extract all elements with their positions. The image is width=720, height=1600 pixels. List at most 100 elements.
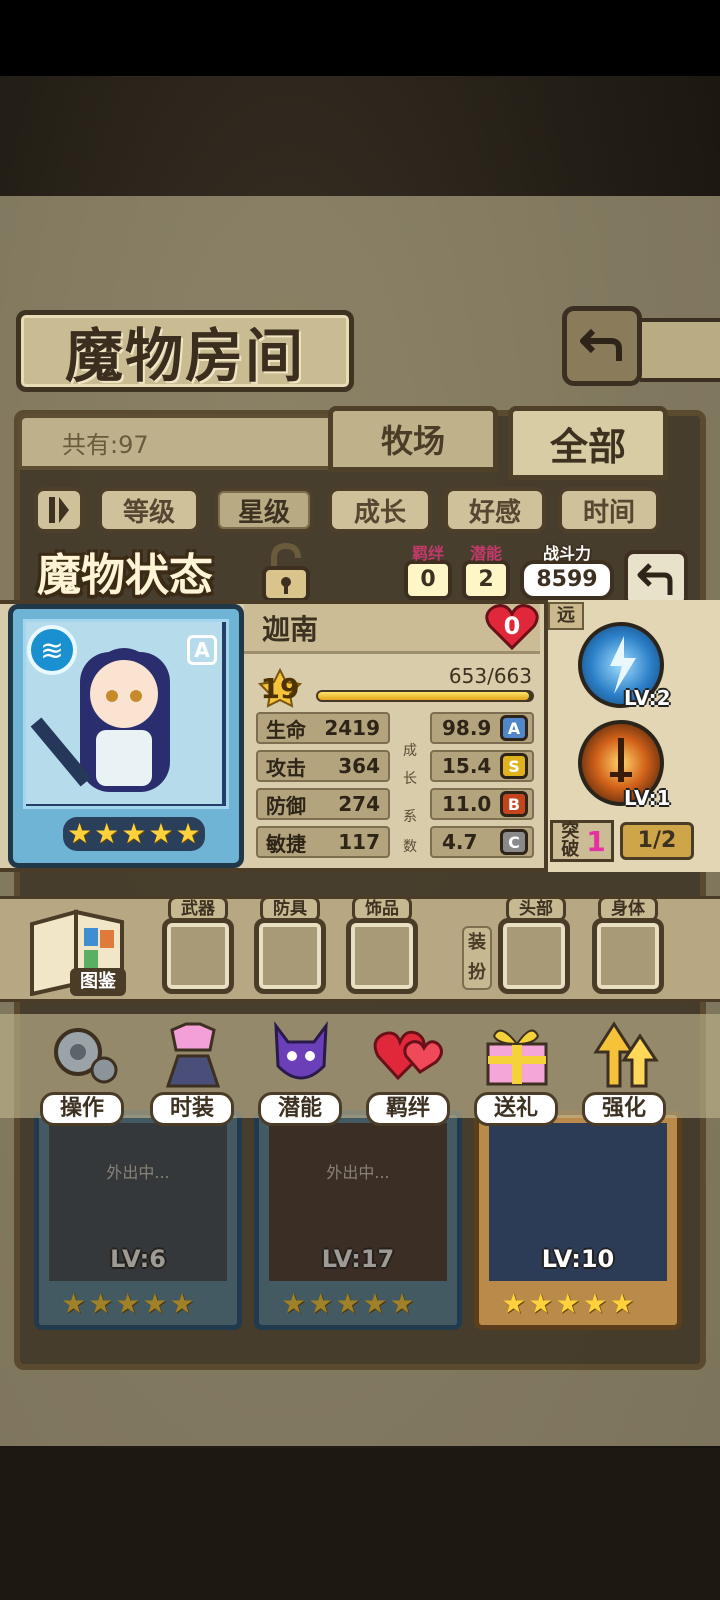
room-title: 魔物房间 xyxy=(64,322,305,390)
roster-level: LV:10 xyxy=(541,1245,615,1273)
bond-label: 羁绊 xyxy=(411,544,444,563)
tab-all[interactable]: 全部 xyxy=(508,406,668,480)
grade-badge: A xyxy=(500,715,528,741)
roster-stars: ★ ★ ★ ★ ★ xyxy=(501,1289,635,1319)
head-slot[interactable] xyxy=(498,918,570,994)
operate-button[interactable]: 操作 xyxy=(40,1016,124,1132)
dress-icon xyxy=(165,1022,221,1088)
sort-growth[interactable]: 成长 xyxy=(328,487,432,533)
away-overlay xyxy=(39,1115,237,1325)
potential-stat: 潜能 2 xyxy=(462,540,510,600)
skill-level: LV:1 xyxy=(624,786,671,810)
range-tag: 远 xyxy=(548,602,584,630)
stat-label: 攻击 xyxy=(266,755,306,780)
star-icon: ★ xyxy=(528,1287,554,1320)
gear-icon xyxy=(54,1028,118,1084)
action-label: 强化 xyxy=(582,1092,666,1126)
costume-button[interactable]: 时装 xyxy=(150,1016,234,1132)
return-arrow-icon xyxy=(637,563,673,595)
sort-order-toggle[interactable] xyxy=(34,487,84,533)
bottom-background xyxy=(0,1448,720,1600)
back-button[interactable] xyxy=(562,306,642,386)
bond-button[interactable]: 羁绊 xyxy=(366,1016,450,1132)
status-bar xyxy=(0,0,720,76)
star-icon: ★ xyxy=(555,1287,581,1320)
upgrade-button[interactable]: 强化 xyxy=(582,1016,666,1132)
stat-label: 敏捷 xyxy=(266,831,306,856)
roster-card[interactable]: 外出中... LV:6 ★ ★ ★ ★ ★ xyxy=(34,1110,242,1330)
tab-ranch[interactable]: 牧场 xyxy=(328,406,498,472)
armor-slot[interactable] xyxy=(254,918,326,994)
monster-card[interactable]: ≋ A ★ ★ ★ ★ ★ xyxy=(8,604,244,868)
star-icon: ★ xyxy=(67,817,93,850)
status-title-plate: 魔物状态 xyxy=(6,538,244,604)
gift-button[interactable]: 送礼 xyxy=(474,1016,558,1132)
grade-badge: S xyxy=(500,753,528,779)
room-title-plate: 魔物房间 xyxy=(16,310,354,392)
demon-icon xyxy=(274,1021,328,1080)
accessory-slot[interactable] xyxy=(346,918,418,994)
water-element-icon: ≋ xyxy=(27,625,77,675)
stat-agility: 敏捷 117 xyxy=(256,826,390,858)
growth-defense: 11.0 B xyxy=(430,788,534,820)
breakthrough-progress: 1/2 xyxy=(620,822,694,860)
growth-value: 98.9 xyxy=(442,716,492,740)
grade-badge: C xyxy=(500,829,528,855)
affection-heart: 0 xyxy=(484,602,540,652)
breakthrough-text: 突破 xyxy=(561,821,580,860)
breakthrough-count: 1 xyxy=(586,824,606,858)
stat-value: 274 xyxy=(338,792,380,816)
exp-text: 653/663 xyxy=(448,664,532,688)
stat-hp: 生命 2419 xyxy=(256,712,390,744)
potential-label: 潜能 xyxy=(469,544,502,563)
stat-defense: 防御 274 xyxy=(256,788,390,820)
growth-value: 11.0 xyxy=(442,792,492,816)
stat-attack: 攻击 364 xyxy=(256,750,390,782)
gift-icon xyxy=(486,1029,548,1086)
level-value: 19 xyxy=(260,672,300,705)
roster-card[interactable]: LV:10 ★ ★ ★ ★ ★ xyxy=(474,1110,682,1330)
dress-up-label: 装扮 xyxy=(462,926,492,990)
grade-badge: B xyxy=(500,791,528,817)
hearts-icon xyxy=(373,1030,443,1081)
power-label: 战斗力 xyxy=(542,544,591,563)
bond-stat: 羁绊 0 xyxy=(404,540,452,600)
weapon-slot[interactable] xyxy=(162,918,234,994)
exp-fill xyxy=(318,692,529,700)
sort-stars[interactable]: 星级 xyxy=(214,487,314,533)
lock-button[interactable] xyxy=(256,540,316,604)
star-icon: ★ xyxy=(148,817,174,850)
action-label: 送礼 xyxy=(474,1092,558,1126)
stat-value: 117 xyxy=(338,830,380,854)
away-overlay xyxy=(259,1115,457,1325)
status-title: 魔物状态 xyxy=(37,550,213,601)
star-icon: ★ xyxy=(501,1287,527,1320)
growth-label-char: 数 xyxy=(403,839,417,855)
bond-value: 0 xyxy=(404,560,452,600)
action-label: 时装 xyxy=(150,1092,234,1126)
action-label: 羁绊 xyxy=(366,1092,450,1126)
star-icon: ★ xyxy=(94,817,120,850)
stat-value: 2419 xyxy=(324,716,380,740)
power-stat: 战斗力 8599 xyxy=(520,540,614,600)
rank-badge: A xyxy=(187,635,217,665)
potential-button[interactable]: 潜能 xyxy=(258,1016,342,1132)
top-bar-extension xyxy=(640,318,720,382)
growth-hp: 98.9 A xyxy=(430,712,534,744)
star-icon: ★ xyxy=(175,817,201,850)
star-icon: ★ xyxy=(582,1287,608,1320)
monster-count: 共有:97 xyxy=(18,414,338,470)
roster-card[interactable]: 外出中... LV:17 ★ ★ ★ ★ ★ xyxy=(254,1110,462,1330)
stat-value: 364 xyxy=(338,754,380,778)
action-label: 潜能 xyxy=(258,1092,342,1126)
codex-label: 图鉴 xyxy=(70,968,126,996)
sort-affection[interactable]: 好感 xyxy=(444,487,546,533)
body-slot[interactable] xyxy=(592,918,664,994)
skill-level: LV:2 xyxy=(624,686,671,710)
stat-label: 生命 xyxy=(266,717,306,742)
growth-label-char: 成 xyxy=(403,743,417,759)
potential-value: 2 xyxy=(462,560,510,600)
growth-value: 15.4 xyxy=(442,754,492,778)
sort-level[interactable]: 等级 xyxy=(98,487,200,533)
sort-time[interactable]: 时间 xyxy=(558,487,660,533)
